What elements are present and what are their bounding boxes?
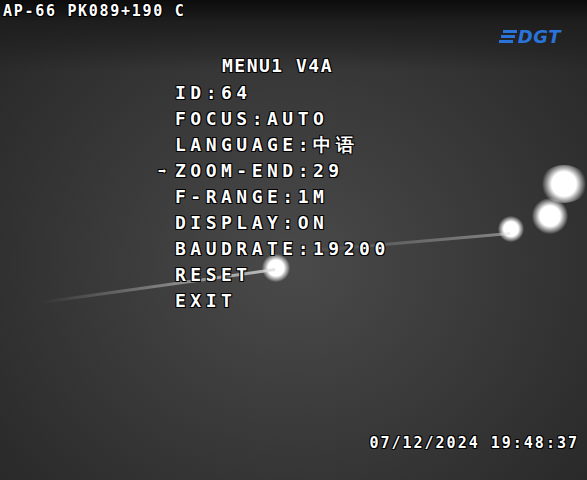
- menu-item[interactable]: ➡RESET: [158, 262, 390, 288]
- menu-item[interactable]: ➡LANGUAGE:中语: [158, 132, 390, 158]
- menu-item-label: EXIT: [175, 288, 236, 314]
- menu-item[interactable]: ➡DISPLAY:ON: [158, 210, 390, 236]
- menu-item-label: ZOOM-END:29: [175, 158, 344, 184]
- menu-item-label: DISPLAY:ON: [175, 210, 328, 236]
- logo-text: DGT: [518, 26, 561, 48]
- menu-item-label: BAUDRATE:19200: [175, 236, 390, 262]
- menu-item-label: RESET: [175, 262, 252, 288]
- pointer-icon: ➡: [158, 158, 175, 184]
- menu-item-label: FOCUS:AUTO: [175, 106, 328, 132]
- menu-item[interactable]: ➡BAUDRATE:19200: [158, 236, 390, 262]
- menu-item-label: LANGUAGE:中语: [175, 132, 358, 158]
- camera-screen: AP-66 PK089+190 CDGTMENU1 V4A➡ID:64➡FOCU…: [0, 0, 587, 480]
- menu-item[interactable]: ➡ID:64: [158, 80, 390, 106]
- camera-label-bar: AP-66 PK089+190 C: [0, 0, 587, 22]
- menu-item-label: ID:64: [175, 80, 252, 106]
- menu-item[interactable]: ➡FOCUS:AUTO: [158, 106, 390, 132]
- menu-item[interactable]: ➡ZOOM-END:29: [158, 158, 390, 184]
- timestamp: 07/12/2024 19:48:37: [369, 433, 579, 453]
- stripes-icon: [499, 28, 517, 46]
- menu-item[interactable]: ➡EXIT: [158, 288, 390, 314]
- camera-label: AP-66 PK089+190 C: [3, 1, 185, 21]
- osd-menu: MENU1 V4A➡ID:64➡FOCUS:AUTO➡LANGUAGE:中语➡Z…: [158, 52, 390, 314]
- menu-item-label: F-RANGE:1M: [175, 184, 328, 210]
- menu-item[interactable]: ➡F-RANGE:1M: [158, 184, 390, 210]
- menu-title: MENU1 V4A: [158, 52, 390, 80]
- dgt-logo: DGT: [499, 26, 561, 48]
